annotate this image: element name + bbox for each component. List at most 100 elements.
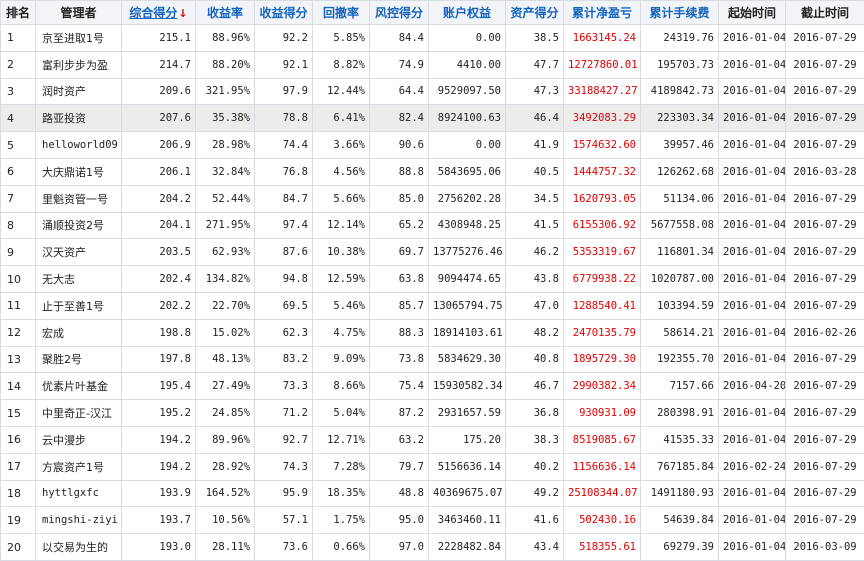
table-row[interactable]: 1京至进取1号215.188.96%92.25.85%84.40.0038.51… bbox=[1, 25, 864, 52]
table-row[interactable]: 15中里奇正-汉江195.224.85%71.25.04%87.22931657… bbox=[1, 400, 864, 427]
col-header-risk-score[interactable]: 风控得分 bbox=[370, 1, 429, 25]
table-row[interactable]: 10无大志202.4134.82%94.812.59%63.89094474.6… bbox=[1, 266, 864, 293]
cell-equity: 5834629.30 bbox=[429, 346, 506, 373]
cell-rank: 5 bbox=[1, 132, 36, 159]
cell-return-rate: 134.82% bbox=[196, 266, 255, 293]
cell-return-rate: 35.38% bbox=[196, 105, 255, 132]
header-row: 排名 管理者 综合得分↓ 收益率 收益得分 回撤率 风控得分 账户权益 资产得分… bbox=[1, 1, 864, 25]
table-row[interactable]: 17方宸资产1号194.228.92%74.37.28%79.75156636.… bbox=[1, 453, 864, 480]
col-header-total-score[interactable]: 综合得分↓ bbox=[122, 1, 196, 25]
col-header-return-rate[interactable]: 收益率 bbox=[196, 1, 255, 25]
table-row[interactable]: 11止于至善1号202.222.70%69.55.46%85.713065794… bbox=[1, 292, 864, 319]
cell-manager[interactable]: 止于至善1号 bbox=[36, 292, 122, 319]
cell-start-date: 2016-01-04 bbox=[719, 346, 786, 373]
table-row[interactable]: 2富利步步为盈214.788.20%92.18.82%74.94410.0047… bbox=[1, 51, 864, 78]
cell-start-date: 2016-01-04 bbox=[719, 507, 786, 534]
cell-return-score: 62.3 bbox=[255, 319, 313, 346]
cell-manager[interactable]: 聚胜2号 bbox=[36, 346, 122, 373]
cell-risk-score: 87.2 bbox=[370, 400, 429, 427]
cell-manager[interactable]: 里魁资管一号 bbox=[36, 185, 122, 212]
col-header-fees[interactable]: 累计手续费 bbox=[641, 1, 719, 25]
table-row[interactable]: 14优素片叶基金195.427.49%73.38.66%75.415930582… bbox=[1, 373, 864, 400]
cell-manager[interactable]: 润时资产 bbox=[36, 78, 122, 105]
cell-asset-score: 40.8 bbox=[506, 346, 564, 373]
cell-manager[interactable]: 京至进取1号 bbox=[36, 25, 122, 52]
cell-manager[interactable]: hyttlgxfc bbox=[36, 480, 122, 507]
table-row[interactable]: 20以交易为生的193.028.11%73.60.66%97.02228482.… bbox=[1, 534, 864, 561]
cell-risk-score: 97.0 bbox=[370, 534, 429, 561]
cell-risk-score: 74.9 bbox=[370, 51, 429, 78]
table-row[interactable]: 16云中漫步194.289.96%92.712.71%63.2175.2038.… bbox=[1, 426, 864, 453]
table-body: 1京至进取1号215.188.96%92.25.85%84.40.0038.51… bbox=[1, 25, 864, 561]
col-header-end-date: 截止时间 bbox=[786, 1, 864, 25]
cell-manager[interactable]: 方宸资产1号 bbox=[36, 453, 122, 480]
cell-asset-score: 41.6 bbox=[506, 507, 564, 534]
cell-manager[interactable]: 云中漫步 bbox=[36, 426, 122, 453]
cell-drawdown: 10.38% bbox=[313, 239, 370, 266]
table-row[interactable]: 4路亚投资207.635.38%78.86.41%82.48924100.634… bbox=[1, 105, 864, 132]
table-row[interactable]: 8涌顺投资2号204.1271.95%97.412.14%65.24308948… bbox=[1, 212, 864, 239]
cell-return-rate: 88.20% bbox=[196, 51, 255, 78]
cell-risk-score: 88.8 bbox=[370, 158, 429, 185]
cell-equity: 15930582.34 bbox=[429, 373, 506, 400]
cell-fees: 767185.84 bbox=[641, 453, 719, 480]
cell-manager[interactable]: 宏成 bbox=[36, 319, 122, 346]
table-row[interactable]: 19mingshi-ziyi193.710.56%57.11.75%95.034… bbox=[1, 507, 864, 534]
cell-manager[interactable]: helloworld09 bbox=[36, 132, 122, 159]
cell-manager[interactable]: 涌顺投资2号 bbox=[36, 212, 122, 239]
cell-asset-score: 41.5 bbox=[506, 212, 564, 239]
col-header-return-score[interactable]: 收益得分 bbox=[255, 1, 313, 25]
cell-return-score: 92.7 bbox=[255, 426, 313, 453]
cell-return-score: 95.9 bbox=[255, 480, 313, 507]
cell-drawdown: 1.75% bbox=[313, 507, 370, 534]
cell-manager[interactable]: 汉天资产 bbox=[36, 239, 122, 266]
table-row[interactable]: 13聚胜2号197.848.13%83.29.09%73.85834629.30… bbox=[1, 346, 864, 373]
cell-return-rate: 164.52% bbox=[196, 480, 255, 507]
cell-total-score: 197.8 bbox=[122, 346, 196, 373]
table-row[interactable]: 18hyttlgxfc193.9164.52%95.918.35%48.8403… bbox=[1, 480, 864, 507]
col-header-asset-score[interactable]: 资产得分 bbox=[506, 1, 564, 25]
cell-net-profit: 33188427.27 bbox=[564, 78, 641, 105]
cell-rank: 7 bbox=[1, 185, 36, 212]
cell-drawdown: 5.85% bbox=[313, 25, 370, 52]
cell-return-score: 74.3 bbox=[255, 453, 313, 480]
cell-return-score: 92.2 bbox=[255, 25, 313, 52]
cell-rank: 2 bbox=[1, 51, 36, 78]
cell-manager[interactable]: 大庆鼎诺1号 bbox=[36, 158, 122, 185]
cell-total-score: 204.2 bbox=[122, 185, 196, 212]
cell-manager[interactable]: mingshi-ziyi bbox=[36, 507, 122, 534]
cell-end-date: 2016-03-09 bbox=[786, 534, 864, 561]
cell-risk-score: 63.2 bbox=[370, 426, 429, 453]
cell-start-date: 2016-01-04 bbox=[719, 132, 786, 159]
cell-risk-score: 95.0 bbox=[370, 507, 429, 534]
cell-end-date: 2016-07-29 bbox=[786, 400, 864, 427]
cell-total-score: 194.2 bbox=[122, 453, 196, 480]
cell-end-date: 2016-02-26 bbox=[786, 319, 864, 346]
cell-manager[interactable]: 路亚投资 bbox=[36, 105, 122, 132]
cell-manager[interactable]: 无大志 bbox=[36, 266, 122, 293]
col-header-drawdown[interactable]: 回撤率 bbox=[313, 1, 370, 25]
cell-rank: 16 bbox=[1, 426, 36, 453]
cell-total-score: 214.7 bbox=[122, 51, 196, 78]
cell-manager[interactable]: 富利步步为盈 bbox=[36, 51, 122, 78]
cell-rank: 15 bbox=[1, 400, 36, 427]
cell-net-profit: 1620793.05 bbox=[564, 185, 641, 212]
table-row[interactable]: 6大庆鼎诺1号206.132.84%76.84.56%88.85843695.0… bbox=[1, 158, 864, 185]
table-row[interactable]: 12宏成198.815.02%62.34.75%88.318914103.614… bbox=[1, 319, 864, 346]
cell-risk-score: 90.6 bbox=[370, 132, 429, 159]
cell-manager[interactable]: 中里奇正-汉江 bbox=[36, 400, 122, 427]
cell-manager[interactable]: 优素片叶基金 bbox=[36, 373, 122, 400]
table-row[interactable]: 5helloworld09206.928.98%74.43.66%90.60.0… bbox=[1, 132, 864, 159]
col-header-net-profit[interactable]: 累计净盈亏 bbox=[564, 1, 641, 25]
cell-return-rate: 28.11% bbox=[196, 534, 255, 561]
table-row[interactable]: 3润时资产209.6321.95%97.912.44%64.49529097.5… bbox=[1, 78, 864, 105]
cell-risk-score: 64.4 bbox=[370, 78, 429, 105]
cell-manager[interactable]: 以交易为生的 bbox=[36, 534, 122, 561]
cell-net-profit: 2470135.79 bbox=[564, 319, 641, 346]
cell-equity: 40369675.07 bbox=[429, 480, 506, 507]
cell-net-profit: 518355.61 bbox=[564, 534, 641, 561]
col-header-equity[interactable]: 账户权益 bbox=[429, 1, 506, 25]
table-row[interactable]: 7里魁资管一号204.252.44%84.75.66%85.02756202.2… bbox=[1, 185, 864, 212]
cell-equity: 0.00 bbox=[429, 132, 506, 159]
table-row[interactable]: 9汉天资产203.562.93%87.610.38%69.713775276.4… bbox=[1, 239, 864, 266]
